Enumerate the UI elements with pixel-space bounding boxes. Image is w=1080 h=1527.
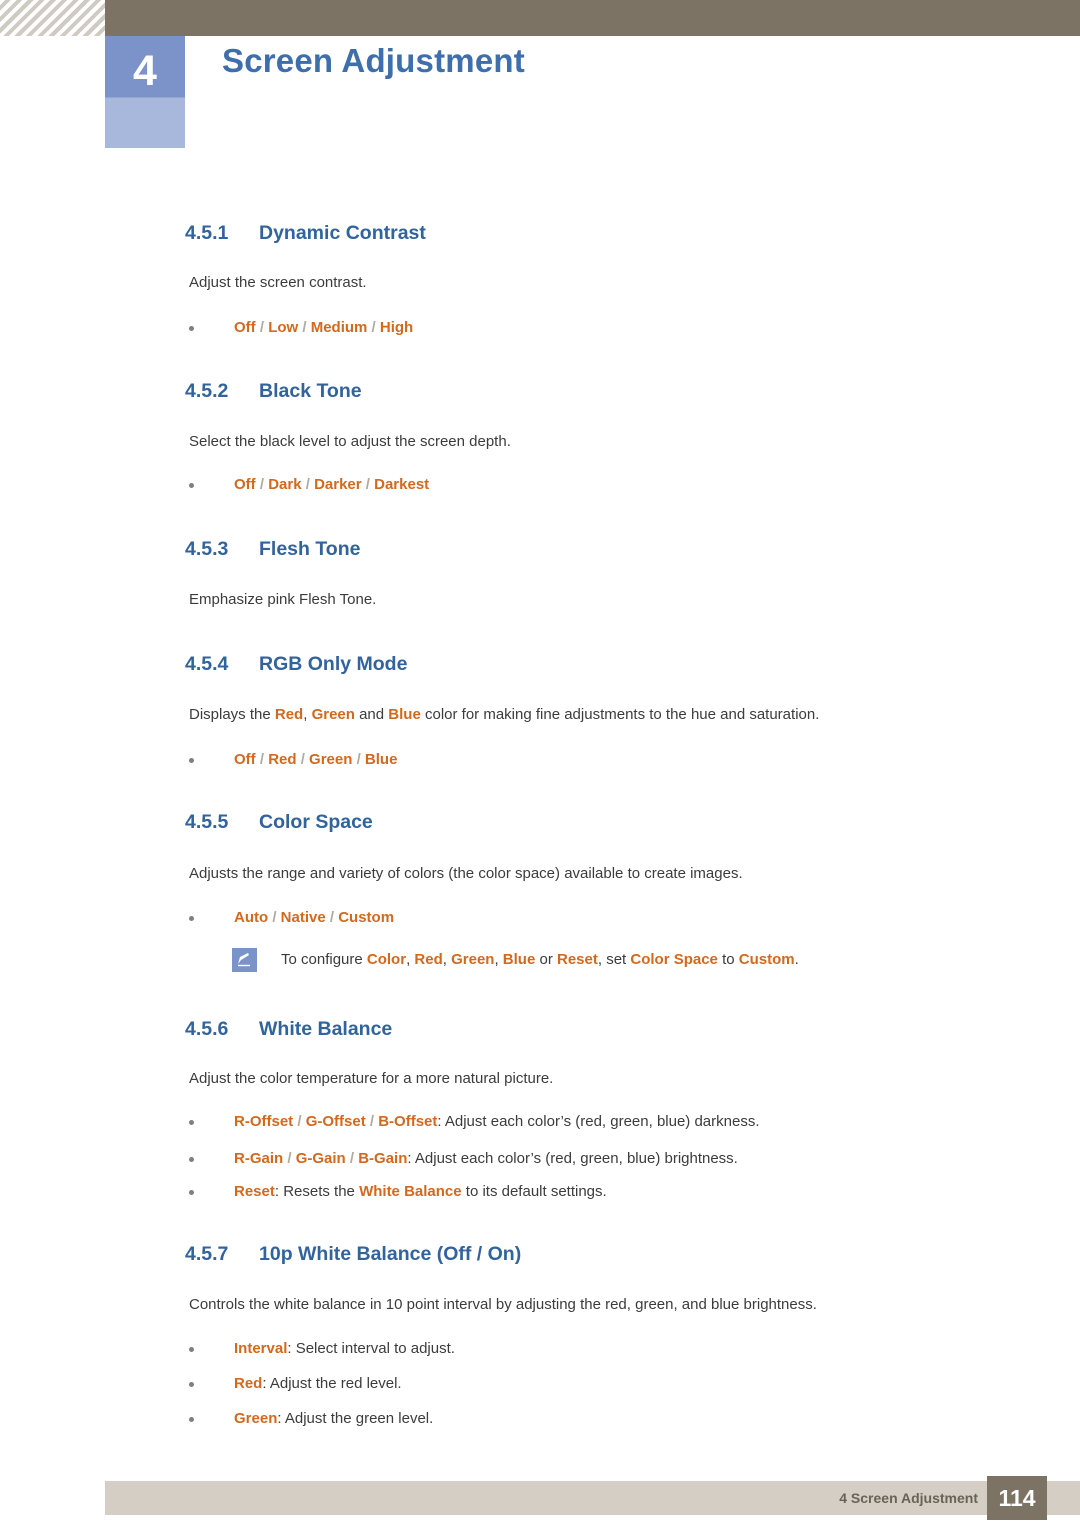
bullet-4-5-7-green: Green: Adjust the green level. (189, 1410, 433, 1427)
heading-text: White Balance (259, 1018, 393, 1040)
bullet-dot-icon (189, 1190, 194, 1195)
heading-number: 4.5.1 (185, 222, 229, 244)
heading-number: 4.5.5 (185, 811, 229, 833)
bullet-text: Interval: Select interval to adjust. (234, 1340, 455, 1357)
heading-number: 4.5.4 (185, 653, 229, 675)
bullet-4-5-6-offset: R-Offset / G-Offset / B-Offset: Adjust e… (189, 1113, 760, 1130)
footer-chapter-label: 4 Screen Adjustment (839, 1490, 978, 1506)
heading-4-5-2: 4.5.2 Black Tone (185, 380, 362, 403)
heading-number: 4.5.3 (185, 538, 229, 560)
paragraph-4-5-1: Adjust the screen contrast. (189, 274, 367, 291)
page-header: 4 Screen Adjustment (0, 0, 1080, 152)
bullet-dot-icon (189, 758, 194, 763)
paragraph-4-5-2: Select the black level to adjust the scr… (189, 433, 511, 450)
bullet-text: Red: Adjust the red level. (234, 1375, 402, 1392)
heading-number: 4.5.2 (185, 380, 229, 402)
chapter-title: Screen Adjustment (222, 42, 525, 79)
page-footer: 4 Screen Adjustment 114 (0, 1470, 1080, 1527)
bullet-text: R-Offset / G-Offset / B-Offset: Adjust e… (234, 1113, 760, 1130)
bullet-text: Reset: Resets the White Balance to its d… (234, 1183, 607, 1200)
header-top-bar (0, 0, 1080, 36)
bullet-dot-icon (189, 1347, 194, 1352)
bullet-text: Auto / Native / Custom (234, 909, 395, 926)
bullet-4-5-6-reset: Reset: Resets the White Balance to its d… (189, 1183, 607, 1200)
heading-text: 10p White Balance (Off / On) (259, 1243, 522, 1265)
bullet-4-5-6-gain: R-Gain / G-Gain / B-Gain: Adjust each co… (189, 1150, 738, 1167)
heading-4-5-4: 4.5.4 RGB Only Mode (185, 653, 407, 676)
bullet-dot-icon (189, 326, 194, 331)
bullet-4-5-4-options: Off / Red / Green / Blue (189, 751, 397, 768)
heading-4-5-7: 4.5.7 10p White Balance (Off / On) (185, 1243, 521, 1266)
heading-text: Flesh Tone (259, 538, 361, 560)
bullet-dot-icon (189, 1382, 194, 1387)
bullet-text: Off / Low / Medium / High (234, 319, 414, 336)
heading-4-5-1: 4.5.1 Dynamic Contrast (185, 222, 426, 245)
header-hatch-decoration (0, 0, 105, 36)
heading-text: Color Space (259, 811, 373, 833)
heading-number: 4.5.6 (185, 1018, 229, 1040)
bullet-4-5-7-interval: Interval: Select interval to adjust. (189, 1340, 455, 1357)
bullet-text: Off / Dark / Darker / Darkest (234, 476, 430, 493)
paragraph-4-5-3: Emphasize pink Flesh Tone. (189, 591, 377, 608)
bullet-4-5-7-red: Red: Adjust the red level. (189, 1375, 402, 1392)
paragraph-4-5-7: Controls the white balance in 10 point i… (189, 1296, 817, 1313)
bullet-4-5-1-options: Off / Low / Medium / High (189, 319, 413, 336)
bullet-text: R-Gain / G-Gain / B-Gain: Adjust each co… (234, 1150, 738, 1167)
heading-text: Black Tone (259, 380, 362, 402)
page-number: 114 (998, 1485, 1036, 1511)
note-text: To configure Color, Red, Green, Blue or … (281, 951, 799, 968)
bullet-4-5-5-options: Auto / Native / Custom (189, 909, 394, 926)
bullet-dot-icon (189, 916, 194, 921)
bullet-4-5-2-options: Off / Dark / Darker / Darkest (189, 476, 429, 493)
chapter-number: 4 (133, 47, 157, 95)
paragraph-4-5-5: Adjusts the range and variety of colors … (189, 865, 743, 882)
heading-4-5-3: 4.5.3 Flesh Tone (185, 538, 360, 561)
bullet-dot-icon (189, 1417, 194, 1422)
note-pencil-icon (232, 948, 257, 972)
bullet-text: Green: Adjust the green level. (234, 1410, 434, 1427)
paragraph-4-5-6: Adjust the color temperature for a more … (189, 1070, 554, 1087)
heading-text: RGB Only Mode (259, 653, 408, 675)
bullet-dot-icon (189, 483, 194, 488)
heading-number: 4.5.7 (185, 1243, 229, 1265)
heading-4-5-5: 4.5.5 Color Space (185, 811, 373, 834)
heading-text: Dynamic Contrast (259, 222, 426, 244)
bullet-dot-icon (189, 1157, 194, 1162)
bullet-dot-icon (189, 1120, 194, 1125)
bullet-text: Off / Red / Green / Blue (234, 751, 398, 768)
paragraph-4-5-4: Displays the Red, Green and Blue color f… (189, 706, 820, 723)
heading-4-5-6: 4.5.6 White Balance (185, 1018, 392, 1041)
